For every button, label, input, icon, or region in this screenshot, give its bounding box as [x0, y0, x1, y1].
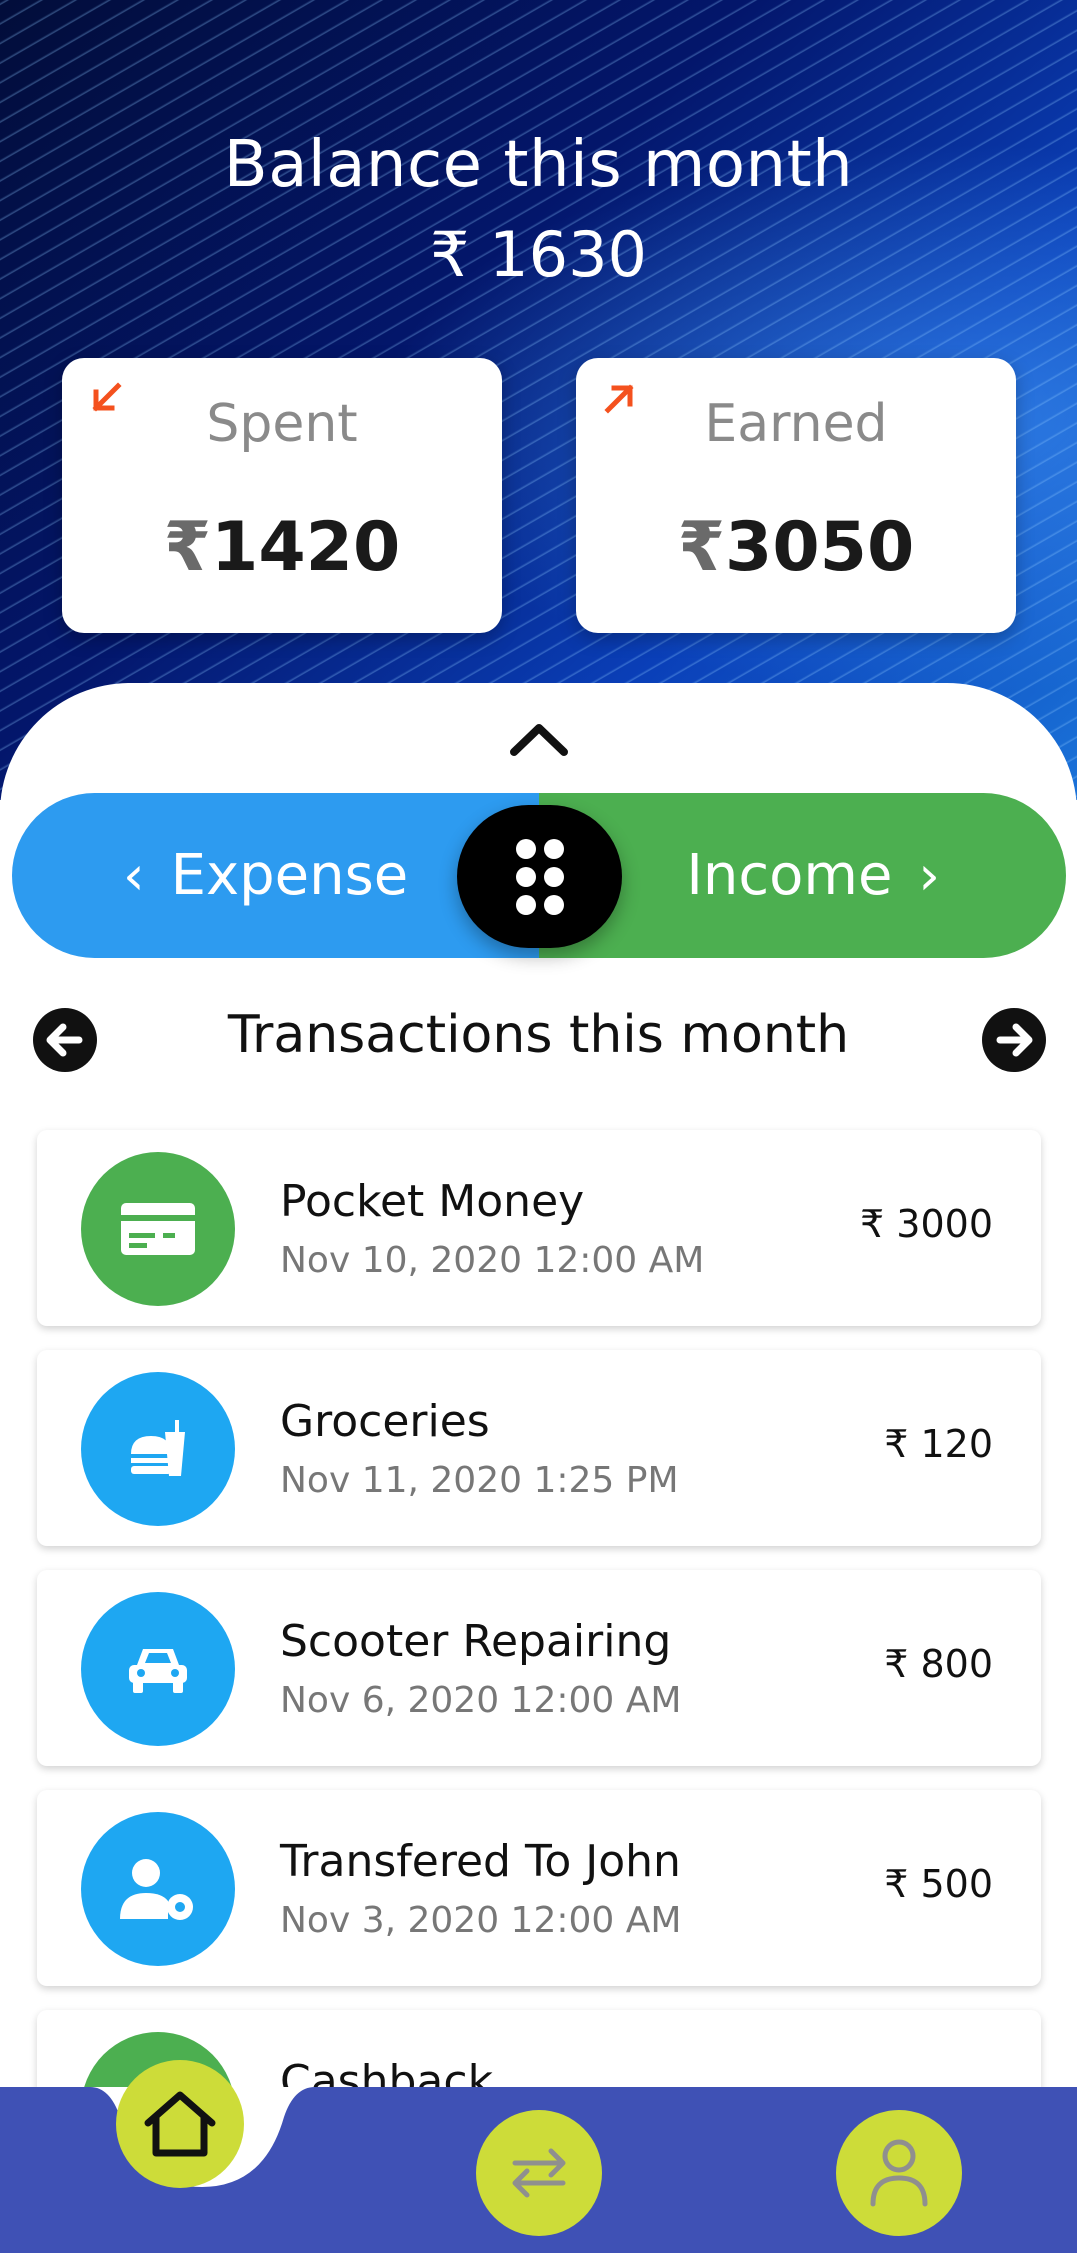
spent-value: ₹1420 [62, 508, 502, 587]
earned-currency: ₹ [677, 508, 726, 587]
transaction-amount: ₹ 120 [884, 1422, 993, 1466]
money-card-icon [81, 1152, 235, 1306]
food-icon [81, 1372, 235, 1526]
income-label: Income [686, 843, 893, 908]
spent-card[interactable]: Spent ₹1420 [62, 358, 502, 633]
spent-amount: 1420 [211, 508, 401, 587]
car-icon [81, 1592, 235, 1746]
transaction-item[interactable]: Scooter Repairing Nov 6, 2020 12:00 AM ₹… [37, 1570, 1041, 1766]
transaction-date: Nov 6, 2020 12:00 AM [280, 1680, 682, 1721]
transaction-name: Scooter Repairing [280, 1616, 672, 1667]
transaction-item[interactable]: Transfered To John Nov 3, 2020 12:00 AM … [37, 1790, 1041, 1986]
chevron-up-icon[interactable] [508, 718, 570, 758]
transaction-date: Nov 3, 2020 12:00 AM [280, 1900, 682, 1941]
arrow-right-icon [996, 1023, 1033, 1057]
transaction-amount: ₹ 800 [884, 1642, 993, 1686]
profile-icon [870, 2139, 928, 2207]
chevron-right-icon: › [918, 844, 940, 907]
next-month-button[interactable] [982, 1008, 1046, 1072]
expense-label: Expense [170, 843, 409, 908]
transaction-name: Transfered To John [280, 1836, 681, 1887]
transactions-title: Transactions this month [227, 1005, 850, 1065]
balance-title: Balance this month [223, 128, 854, 202]
user-settings-icon [81, 1812, 235, 1966]
home-nav-button[interactable] [116, 2060, 244, 2188]
transaction-amount: ₹ 3000 [860, 1202, 993, 1246]
transaction-name: Groceries [280, 1396, 490, 1447]
home-icon [144, 2091, 216, 2157]
transaction-item[interactable]: Groceries Nov 11, 2020 1:25 PM ₹ 120 [37, 1350, 1041, 1546]
chevron-left-icon: ‹ [123, 844, 145, 907]
transaction-item[interactable]: Pocket Money Nov 10, 2020 12:00 AM ₹ 300… [37, 1130, 1041, 1326]
earned-label: Earned [704, 394, 888, 454]
transaction-date: Nov 10, 2020 12:00 AM [280, 1240, 705, 1281]
add-transaction-button[interactable] [457, 805, 622, 948]
profile-nav-button[interactable] [836, 2110, 962, 2236]
transaction-name: Pocket Money [280, 1176, 585, 1227]
balance-amount: ₹ 1630 [430, 218, 647, 291]
transfer-icon [512, 2148, 566, 2198]
transactions-nav-button[interactable] [476, 2110, 602, 2236]
earned-amount: 3050 [725, 508, 915, 587]
earned-value: ₹3050 [576, 508, 1016, 587]
grid-dots-icon [515, 838, 564, 915]
spent-label: Spent [206, 394, 358, 454]
transaction-date: Nov 11, 2020 1:25 PM [280, 1460, 679, 1501]
spent-currency: ₹ [163, 508, 212, 587]
transaction-amount: ₹ 500 [884, 1862, 993, 1906]
earned-card[interactable]: Earned ₹3050 [576, 358, 1016, 633]
